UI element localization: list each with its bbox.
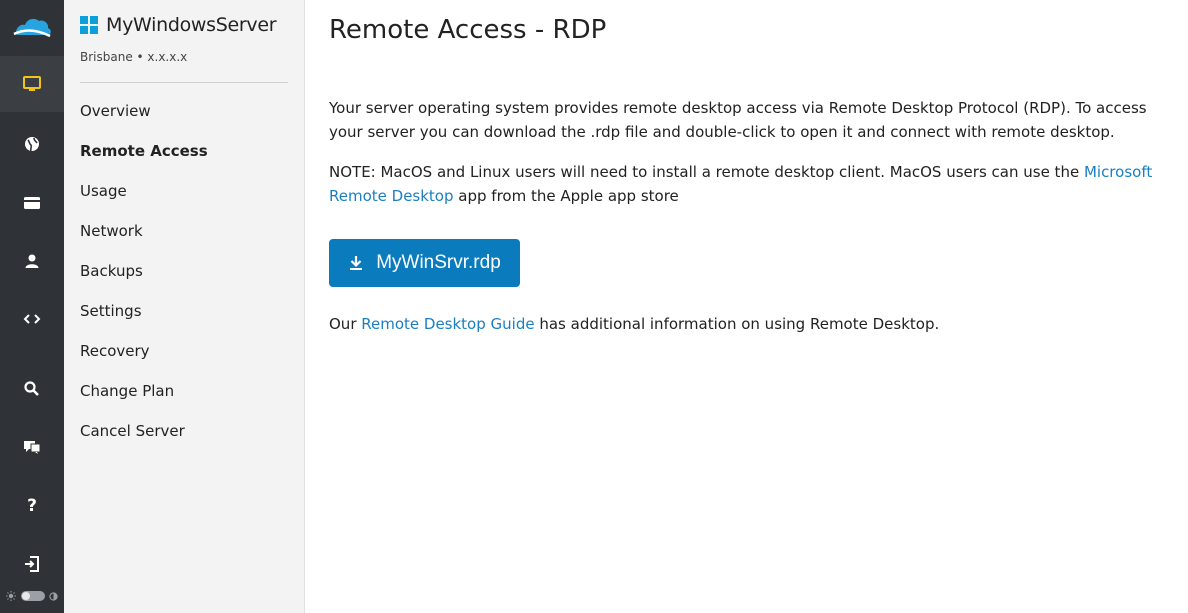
rail-billing[interactable] [0, 175, 64, 231]
download-icon [350, 256, 363, 270]
nav-item-backups[interactable]: Backups [64, 251, 304, 291]
nav-item-network[interactable]: Network [64, 211, 304, 251]
nav-item-settings[interactable]: Settings [64, 291, 304, 331]
rail-help[interactable]: ? [0, 478, 64, 534]
guide-suffix: has additional information on using Remo… [534, 315, 940, 333]
theme-toggle[interactable] [6, 588, 58, 604]
code-icon [23, 314, 41, 324]
server-nav: Overview Remote Access Usage Network Bac… [64, 91, 304, 451]
server-location: Brisbane • x.x.x.x [80, 50, 188, 64]
nav-item-remote-access[interactable]: Remote Access [64, 131, 304, 171]
rail-api[interactable] [0, 291, 64, 347]
remote-desktop-guide-link[interactable]: Remote Desktop Guide [361, 315, 534, 333]
guide-text: Our Remote Desktop Guide has additional … [329, 312, 1169, 336]
help-icon: ? [27, 496, 37, 516]
cloud-logo-icon[interactable] [0, 0, 64, 56]
logout-icon [25, 556, 39, 572]
rail-logout[interactable] [0, 536, 64, 592]
rail-domains[interactable] [0, 116, 64, 172]
theme-switch-track[interactable] [20, 591, 45, 601]
rail-servers[interactable] [0, 56, 64, 112]
sidebar-divider [80, 82, 288, 83]
guide-prefix: Our [329, 315, 362, 333]
monitor-icon [23, 76, 41, 91]
rail-support[interactable] [0, 419, 64, 475]
globe-icon [25, 137, 39, 152]
nav-item-usage[interactable]: Usage [64, 171, 304, 211]
rail-search[interactable] [0, 361, 64, 417]
user-icon [25, 254, 39, 268]
intro-text: Your server operating system provides re… [329, 99, 1147, 141]
nav-item-recovery[interactable]: Recovery [64, 331, 304, 371]
download-button-label: MyWinSrvr.rdp [376, 252, 501, 273]
server-sidebar: MyWindowsServer Brisbane • x.x.x.x Overv… [64, 0, 305, 613]
nav-item-overview[interactable]: Overview [64, 91, 304, 131]
credit-card-icon [24, 197, 40, 209]
note-text: NOTE: MacOS and Linux users will need to… [329, 160, 1169, 208]
chat-icon [24, 441, 41, 454]
rail-account[interactable] [0, 233, 64, 289]
nav-item-cancel-server[interactable]: Cancel Server [64, 411, 304, 451]
search-icon [24, 381, 39, 396]
moon-icon [49, 591, 58, 601]
windows-logo-icon [80, 16, 98, 34]
note-prefix: NOTE: MacOS and Linux users will need to… [329, 163, 1084, 181]
page-title: Remote Access - RDP [329, 15, 607, 45]
icon-rail: ? [0, 0, 64, 613]
download-rdp-button[interactable]: MyWinSrvr.rdp [329, 239, 520, 287]
nav-item-change-plan[interactable]: Change Plan [64, 371, 304, 411]
server-name: MyWindowsServer [106, 14, 277, 36]
note-suffix: app from the Apple app store [453, 187, 679, 205]
sun-icon [6, 591, 16, 601]
server-header: MyWindowsServer [80, 14, 277, 36]
